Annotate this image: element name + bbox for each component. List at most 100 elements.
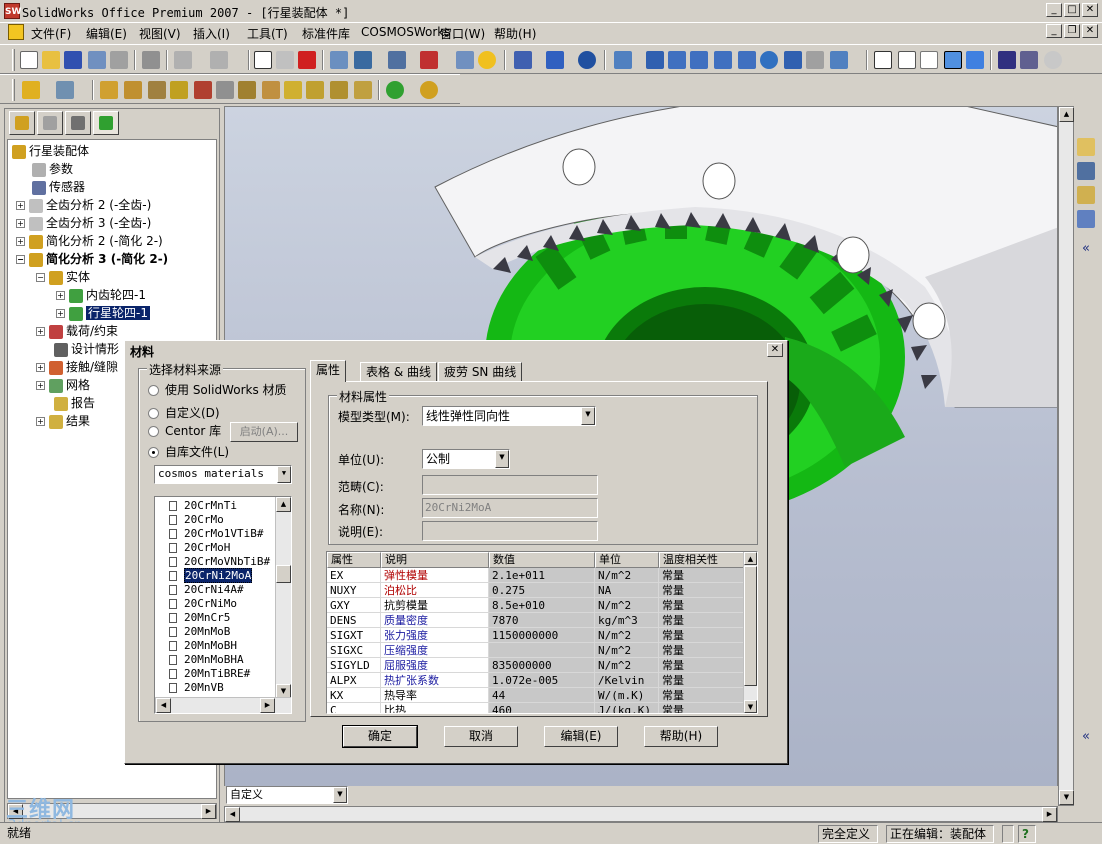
probe-icon[interactable] bbox=[330, 81, 348, 99]
column-header[interactable]: 说明 bbox=[381, 552, 489, 568]
save-icon[interactable] bbox=[64, 51, 82, 69]
scroll-thumb[interactable] bbox=[276, 565, 291, 583]
table-cell-value[interactable]: 460 bbox=[489, 703, 595, 713]
properties-icon[interactable] bbox=[456, 51, 474, 69]
run-icon[interactable] bbox=[262, 81, 280, 99]
tree-item[interactable]: 设计情形 bbox=[54, 340, 119, 358]
table-cell-value[interactable]: 0.275 bbox=[489, 583, 595, 598]
fixture-icon[interactable] bbox=[124, 81, 142, 99]
scroll-down-icon[interactable]: ▼ bbox=[744, 700, 757, 713]
target-icon[interactable] bbox=[578, 51, 596, 69]
tab-feature-manager[interactable] bbox=[9, 111, 35, 135]
section-view-icon[interactable] bbox=[1020, 51, 1038, 69]
redo-icon[interactable] bbox=[210, 51, 228, 69]
scroll-right-icon[interactable]: ▶ bbox=[260, 698, 275, 713]
wireframe-icon[interactable] bbox=[874, 51, 892, 69]
new-icon[interactable] bbox=[20, 51, 38, 69]
material-icon[interactable] bbox=[100, 81, 118, 99]
tree-item[interactable]: 传感器 bbox=[32, 178, 85, 196]
radio-solidworks-material[interactable]: 使用 SolidWorks 材质 bbox=[148, 381, 287, 398]
rebuild-icon[interactable] bbox=[298, 51, 316, 69]
toolbar-grip[interactable] bbox=[12, 49, 15, 71]
name-field[interactable]: 20CrNi2MoA bbox=[422, 498, 598, 518]
render-icon[interactable] bbox=[1044, 51, 1062, 69]
menu-edit[interactable]: 编辑(E) bbox=[86, 25, 127, 42]
plot-icon[interactable] bbox=[284, 81, 302, 99]
column-header[interactable]: 数值 bbox=[489, 552, 595, 568]
expand-icon[interactable]: + bbox=[56, 309, 65, 318]
column-header[interactable]: 属性 bbox=[327, 552, 381, 568]
scroll-left-icon[interactable]: ◀ bbox=[225, 807, 240, 822]
table-cell-value[interactable]: 1.072e-005 bbox=[489, 673, 595, 688]
description-field[interactable] bbox=[422, 521, 598, 541]
grid-icon[interactable] bbox=[330, 51, 348, 69]
material-list-item[interactable]: 20MnCr5 bbox=[169, 611, 230, 625]
help-icon[interactable]: ? bbox=[1018, 825, 1036, 843]
sketch-icon[interactable] bbox=[514, 51, 532, 69]
layout-icon[interactable] bbox=[354, 51, 372, 69]
viewport-horizontal-scrollbar[interactable]: ◀ ▶ bbox=[224, 806, 1058, 822]
viewport-vertical-scrollbar[interactable]: ▲ ▼ bbox=[1058, 106, 1074, 806]
edit-button[interactable]: 编辑(E) bbox=[544, 726, 618, 747]
study-icon[interactable] bbox=[22, 81, 40, 99]
material-list-item[interactable]: 20MnMoB bbox=[169, 625, 230, 639]
tree-item[interactable]: + 网格 bbox=[36, 376, 90, 394]
column-header[interactable]: 单位 bbox=[595, 552, 659, 568]
close-window-button[interactable]: ✕ bbox=[1082, 3, 1098, 17]
table-row[interactable]: SIGYLD 屈服强度 835000000 N/m^2 常量 bbox=[327, 658, 747, 673]
table-row[interactable]: EX 弹性模量 2.1e+011 N/m^2 常量 bbox=[327, 568, 747, 583]
zoom-select-icon[interactable] bbox=[714, 51, 732, 69]
list-vertical-scrollbar[interactable]: ▲ ▼ bbox=[275, 497, 291, 699]
tab-property-manager[interactable] bbox=[37, 111, 63, 135]
magnify-icon[interactable] bbox=[738, 51, 756, 69]
options-icon[interactable] bbox=[110, 51, 128, 69]
zoom-fit-icon[interactable] bbox=[614, 51, 632, 69]
cosmos-icon[interactable] bbox=[420, 51, 438, 69]
list-horizontal-scrollbar[interactable]: ◀ ▶ bbox=[155, 697, 291, 713]
material-list-item[interactable]: 20CrNiMo bbox=[169, 597, 237, 611]
tree-item[interactable]: 参数 bbox=[32, 160, 73, 178]
maximize-button[interactable]: □ bbox=[1064, 3, 1080, 17]
start-button[interactable]: 启动(A)... bbox=[230, 422, 298, 442]
collapse-icon[interactable]: − bbox=[36, 273, 45, 282]
material-list-item[interactable]: 20CrMoH bbox=[169, 541, 230, 555]
scroll-thumb[interactable] bbox=[744, 566, 757, 686]
radio-library-file[interactable]: 自库文件(L) bbox=[148, 443, 229, 460]
material-list-item[interactable]: 20MnVB bbox=[169, 681, 224, 695]
material-properties-table[interactable]: 属性 说明 数值 单位 温度相关性 EX 弹性模量 2.1e+011 N/m^2 常量 N… bbox=[326, 551, 758, 714]
material-list-item[interactable]: 20CrMo1VTiB# bbox=[169, 527, 263, 541]
table-row[interactable]: C 比热 460 J/(kg.K) 常量 bbox=[327, 703, 747, 713]
table-row[interactable]: SIGXT 张力强度 1150000000 N/m^2 常量 bbox=[327, 628, 747, 643]
expand-icon[interactable]: + bbox=[36, 327, 45, 336]
tree-item-selected[interactable]: + 行星轮四-1 bbox=[56, 304, 150, 322]
dialog-close-button[interactable]: ✕ bbox=[767, 343, 783, 357]
tree-item[interactable]: − 实体 bbox=[36, 268, 90, 286]
ok-button[interactable]: 确定 bbox=[342, 725, 418, 748]
tree-item[interactable]: + 内齿轮四-1 bbox=[56, 286, 146, 304]
tab-fatigue-sn[interactable]: 疲劳 SN 曲线 bbox=[438, 362, 523, 382]
table-row[interactable]: SIGXC 压缩强度 N/m^2 常量 bbox=[327, 643, 747, 658]
animate-icon[interactable] bbox=[354, 81, 372, 99]
material-list-item[interactable]: 20CrNi4A# bbox=[169, 583, 244, 597]
view-orientation-icon[interactable] bbox=[830, 51, 848, 69]
design-library-icon[interactable] bbox=[1077, 162, 1095, 180]
pan-icon[interactable] bbox=[784, 51, 802, 69]
configuration-select[interactable]: 自定义 ▼ bbox=[226, 786, 348, 804]
minimize-button[interactable]: _ bbox=[1046, 3, 1062, 17]
material-list-item[interactable]: 20CrMo bbox=[169, 513, 224, 527]
mesh-tool-icon[interactable] bbox=[194, 81, 212, 99]
contact-tool-icon[interactable] bbox=[238, 81, 256, 99]
home-icon[interactable] bbox=[1077, 138, 1095, 156]
connector-icon[interactable] bbox=[216, 81, 234, 99]
doc-close-button[interactable]: ✕ bbox=[1082, 24, 1098, 38]
menu-view[interactable]: 视图(V) bbox=[139, 25, 181, 42]
tree-item[interactable]: + 简化分析 2 (-简化 2-) bbox=[16, 232, 163, 250]
help-icon[interactable] bbox=[478, 51, 496, 69]
collapse-icon[interactable]: − bbox=[16, 255, 25, 264]
app-menu-icon[interactable] bbox=[8, 24, 24, 40]
shaded-edges-icon[interactable] bbox=[944, 51, 962, 69]
radio-centor-library[interactable]: Centor 库 bbox=[148, 422, 221, 439]
hidden-lines-visible-icon[interactable] bbox=[898, 51, 916, 69]
table-cell-value[interactable]: 2.1e+011 bbox=[489, 568, 595, 583]
zoom-out-icon[interactable] bbox=[690, 51, 708, 69]
